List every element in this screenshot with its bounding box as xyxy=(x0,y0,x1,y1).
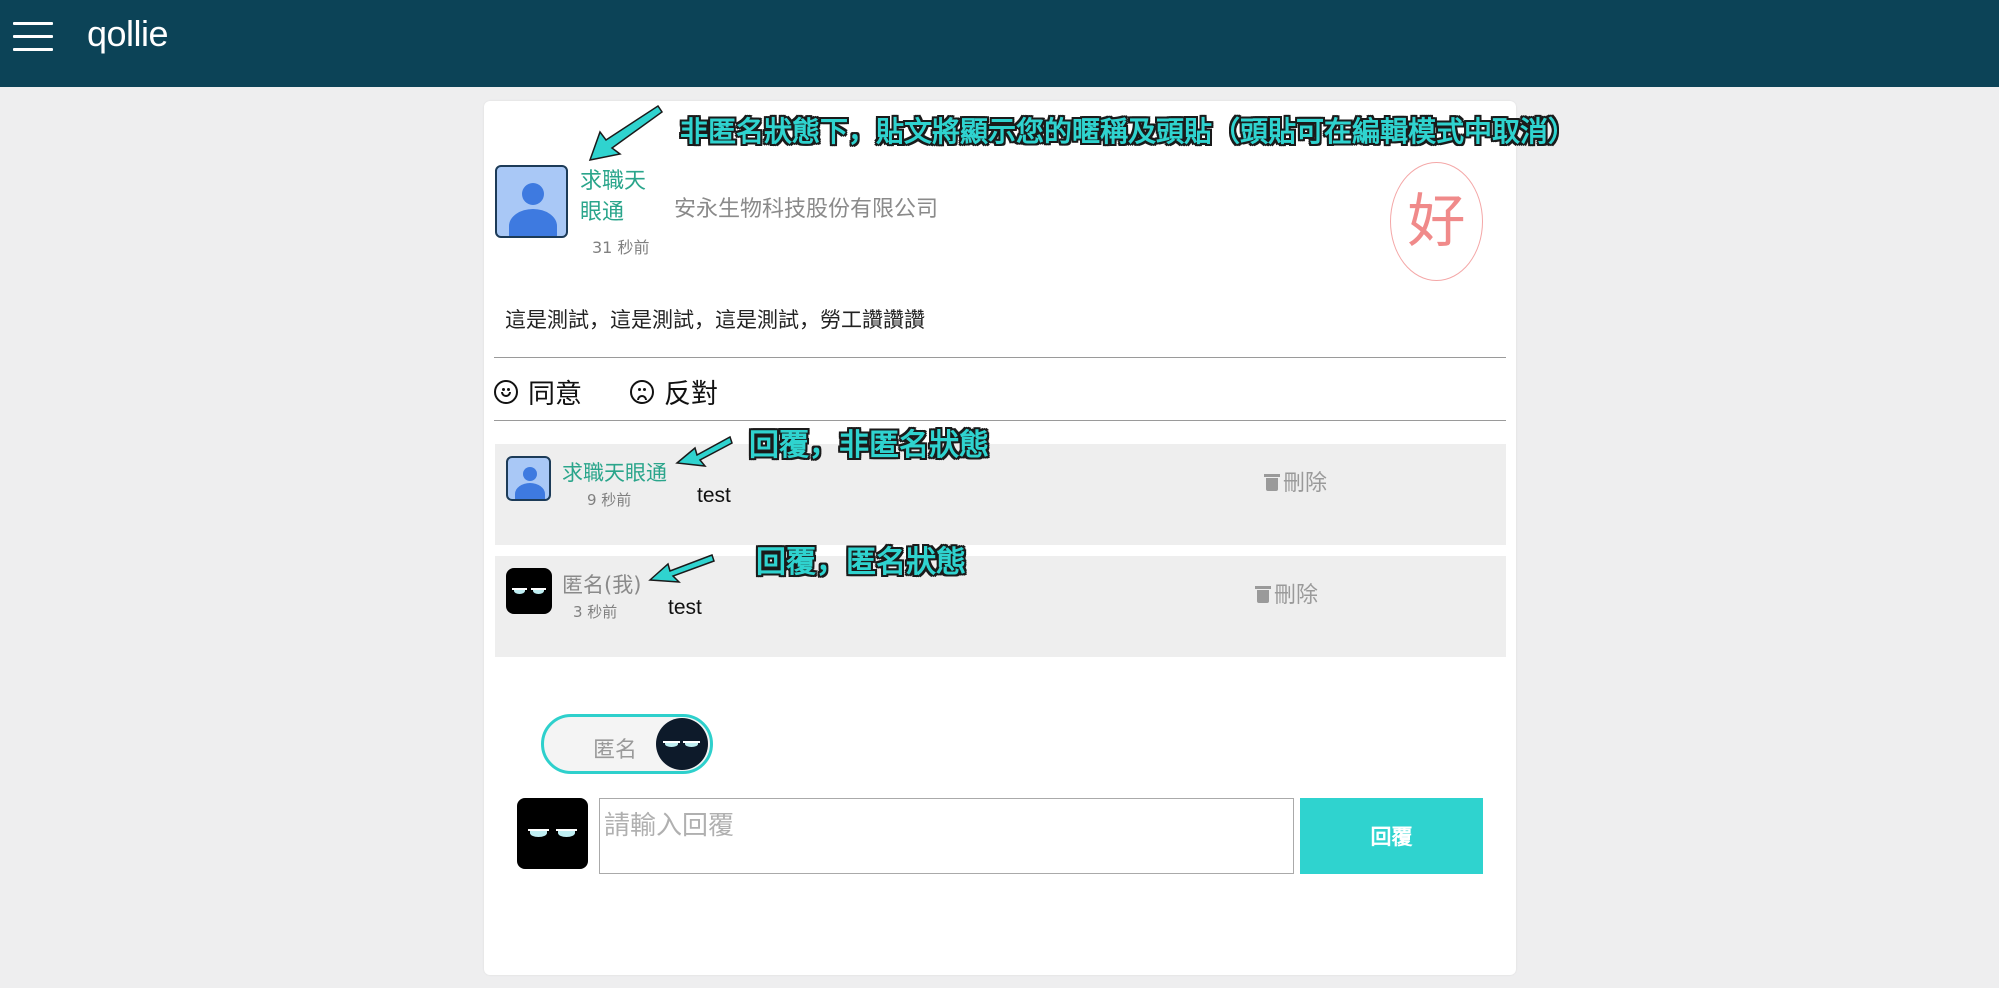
disagree-label: 反對 xyxy=(664,379,718,410)
delete-label: 刪除 xyxy=(1274,583,1319,608)
trash-icon xyxy=(1255,583,1271,603)
delete-label: 刪除 xyxy=(1283,471,1328,496)
delete-reply-button[interactable]: 刪除 xyxy=(1264,465,1327,497)
annotation-reply-anon: 回覆，匿名狀態 xyxy=(756,545,966,580)
reply-item xyxy=(495,556,1506,657)
post-author-name[interactable]: 求職天眼通 xyxy=(580,166,660,228)
delete-reply-button[interactable]: 刪除 xyxy=(1255,577,1318,609)
anonymous-avatar-icon xyxy=(506,568,552,614)
divider xyxy=(494,420,1506,421)
reply-text: test xyxy=(697,484,731,507)
anonymous-toggle-label: 匿名 xyxy=(593,738,638,763)
anonymous-avatar-icon xyxy=(656,718,708,770)
composer-avatar xyxy=(517,798,588,869)
reply-submit-button[interactable]: 回覆 xyxy=(1300,798,1483,874)
agree-label: 同意 xyxy=(528,379,582,410)
post-content: 這是測試，這是測試，這是測試，勞工讚讚讚 xyxy=(505,308,925,332)
annotation-reply-named: 回覆，非匿名狀態 xyxy=(749,428,989,463)
annotation-top: 非匿名狀態下，貼文將顯示您的暱稱及頭貼（頭貼可在編輯模式中取消） xyxy=(680,115,1577,148)
rating-stamp: 好 xyxy=(1390,162,1483,281)
agree-button[interactable]: 同意 xyxy=(494,372,582,411)
reply-text: test xyxy=(668,596,702,619)
reply-author-name[interactable]: 求職天眼通 xyxy=(562,457,667,487)
menu-icon[interactable] xyxy=(13,20,53,52)
top-nav-bar: qollie xyxy=(0,0,1999,87)
trash-icon xyxy=(1264,471,1280,491)
post-author-avatar[interactable] xyxy=(495,165,568,238)
anonymous-toggle[interactable]: 匿名 xyxy=(541,714,713,774)
company-name[interactable]: 安永生物科技股份有限公司 xyxy=(674,191,938,223)
disagree-button[interactable]: 反對 xyxy=(630,372,718,411)
frown-icon xyxy=(630,379,654,404)
reply-input[interactable] xyxy=(599,798,1294,874)
reply-timestamp: 3 秒前 xyxy=(573,603,618,621)
app-logo[interactable]: qollie xyxy=(87,13,169,55)
divider xyxy=(494,357,1506,358)
reply-timestamp: 9 秒前 xyxy=(587,491,632,509)
smile-icon xyxy=(494,379,518,404)
reply-author-avatar[interactable] xyxy=(506,456,551,501)
reply-author-name: 匿名(我) xyxy=(562,573,642,597)
post-timestamp: 31 秒前 xyxy=(592,238,650,257)
